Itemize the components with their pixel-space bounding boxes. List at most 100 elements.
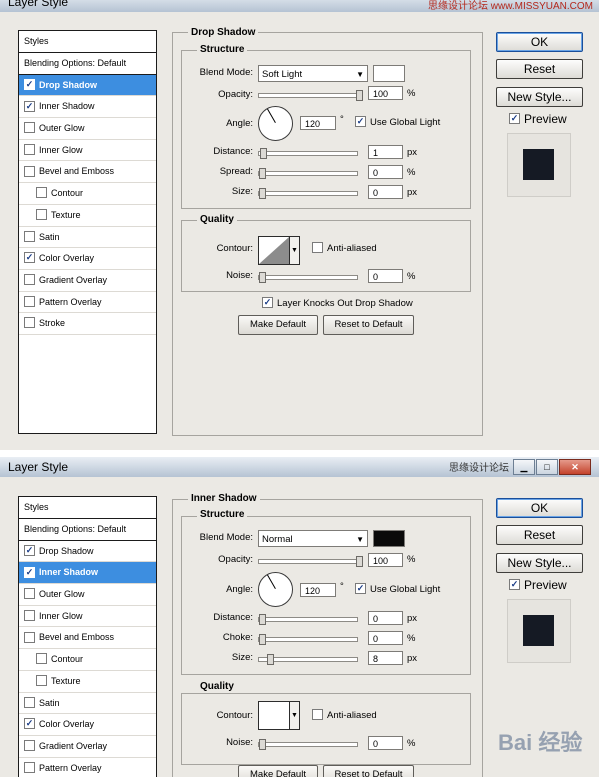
size-slider[interactable] [258, 654, 358, 665]
style-item-drop-shadow[interactable]: ✓ Drop Shadow [19, 74, 156, 97]
opacity-slider[interactable] [258, 90, 363, 101]
distance-field[interactable]: 1 [368, 145, 403, 159]
slider-thumb[interactable] [259, 739, 266, 750]
opacity-slider[interactable] [258, 556, 363, 567]
slider-thumb[interactable] [259, 614, 266, 625]
checkbox-checked-icon[interactable]: ✓ [24, 252, 35, 264]
blending-options-item[interactable]: Blending Options: Default [19, 53, 156, 75]
style-item-inner-shadow[interactable]: ✓ Inner Shadow [19, 96, 156, 119]
reset-button[interactable]: Reset [496, 59, 583, 79]
new-style-button[interactable]: New Style... [496, 553, 583, 573]
style-item-texture[interactable]: Texture [19, 205, 156, 227]
slider-thumb[interactable] [259, 272, 266, 283]
style-item-bevel-and-emboss[interactable]: Bevel and Emboss [19, 627, 156, 650]
style-item-color-overlay[interactable]: ✓ Color Overlay [19, 714, 156, 736]
checkbox-checked-icon[interactable]: ✓ [24, 718, 35, 730]
preview-checkbox[interactable]: ✓ Preview [509, 112, 567, 126]
style-item-inner-glow[interactable]: Inner Glow [19, 606, 156, 628]
style-item-drop-shadow[interactable]: ✓ Drop Shadow [19, 541, 156, 563]
style-item-satin[interactable]: Satin [19, 693, 156, 715]
spread-slider[interactable] [258, 168, 358, 179]
style-item-color-overlay[interactable]: ✓ Color Overlay [19, 248, 156, 270]
checkbox-checked-icon[interactable]: ✓ [24, 566, 35, 578]
checkbox-empty-icon[interactable] [24, 696, 35, 708]
preview-checkbox[interactable]: ✓ Preview [509, 578, 567, 592]
ok-button[interactable]: OK [496, 498, 583, 518]
opacity-field[interactable]: 100 [368, 86, 403, 100]
minimize-icon[interactable]: ▁ [513, 459, 535, 475]
slider-thumb[interactable] [259, 168, 266, 179]
reset-to-default-button[interactable]: Reset to Default [323, 765, 414, 777]
style-item-gradient-overlay[interactable]: Gradient Overlay [19, 270, 156, 292]
slider-thumb[interactable] [267, 654, 274, 665]
shadow-color-swatch[interactable] [373, 65, 405, 82]
noise-slider[interactable] [258, 739, 358, 750]
style-item-texture[interactable]: Texture [19, 671, 156, 693]
style-item-inner-glow[interactable]: Inner Glow [19, 140, 156, 162]
style-item-pattern-overlay[interactable]: Pattern Overlay [19, 292, 156, 314]
slider-thumb[interactable] [260, 148, 267, 159]
contour-picker[interactable]: ▼ [258, 236, 300, 265]
blend-mode-select[interactable]: Soft Light ▼ [258, 65, 368, 82]
checkbox-empty-icon[interactable] [24, 631, 35, 643]
style-item-pattern-overlay[interactable]: Pattern Overlay [19, 758, 156, 777]
checkbox-empty-icon[interactable] [36, 653, 47, 665]
styles-header[interactable]: Styles [19, 31, 156, 53]
ok-button[interactable]: OK [496, 32, 583, 52]
checkbox-empty-icon[interactable] [24, 295, 35, 307]
blend-mode-select[interactable]: Normal ▼ [258, 530, 368, 547]
checkbox-empty-icon[interactable] [24, 317, 35, 329]
size-slider[interactable] [258, 188, 358, 199]
style-item-inner-shadow[interactable]: ✓ Inner Shadow [19, 562, 156, 585]
style-item-bevel-and-emboss[interactable]: Bevel and Emboss [19, 161, 156, 184]
distance-slider[interactable] [258, 614, 358, 625]
angle-dial[interactable] [258, 106, 293, 141]
new-style-button[interactable]: New Style... [496, 87, 583, 107]
angle-dial[interactable] [258, 572, 293, 607]
size-field[interactable]: 8 [368, 651, 403, 665]
slider-thumb[interactable] [259, 634, 266, 645]
angle-field[interactable]: 120 [300, 116, 336, 130]
noise-field[interactable]: 0 [368, 736, 403, 750]
angle-field[interactable]: 120 [300, 583, 336, 597]
reset-button[interactable]: Reset [496, 525, 583, 545]
chevron-down-icon[interactable]: ▼ [289, 237, 299, 264]
checkbox-empty-icon[interactable] [24, 165, 35, 177]
slider-thumb[interactable] [259, 188, 266, 199]
choke-slider[interactable] [258, 634, 358, 645]
style-item-contour[interactable]: Contour [19, 649, 156, 671]
checkbox-empty-icon[interactable] [36, 187, 47, 199]
size-field[interactable]: 0 [368, 185, 403, 199]
use-global-light-checkbox[interactable]: ✓ Use Global Light [355, 115, 440, 128]
style-item-gradient-overlay[interactable]: Gradient Overlay [19, 736, 156, 758]
checkbox-checked-icon[interactable]: ✓ [24, 100, 35, 112]
checkbox-empty-icon[interactable] [24, 761, 35, 773]
make-default-button[interactable]: Make Default [238, 315, 318, 335]
chevron-down-icon[interactable]: ▼ [289, 702, 299, 729]
anti-aliased-checkbox[interactable]: Anti-aliased [312, 708, 377, 721]
noise-slider[interactable] [258, 272, 358, 283]
contour-picker[interactable]: ▼ [258, 701, 300, 730]
knocks-out-checkbox[interactable]: ✓ Layer Knocks Out Drop Shadow [262, 296, 413, 309]
noise-field[interactable]: 0 [368, 269, 403, 283]
spread-field[interactable]: 0 [368, 165, 403, 179]
checkbox-empty-icon[interactable] [24, 143, 35, 155]
style-item-stroke[interactable]: Stroke [19, 313, 156, 335]
slider-thumb[interactable] [356, 90, 363, 101]
checkbox-empty-icon[interactable] [24, 740, 35, 751]
checkbox-empty-icon[interactable] [36, 208, 47, 220]
shadow-color-swatch[interactable] [373, 530, 405, 547]
make-default-button[interactable]: Make Default [238, 765, 318, 777]
checkbox-empty-icon[interactable] [36, 674, 47, 686]
blending-options-item[interactable]: Blending Options: Default [19, 519, 156, 541]
distance-slider[interactable] [258, 148, 358, 159]
choke-field[interactable]: 0 [368, 631, 403, 645]
opacity-field[interactable]: 100 [368, 553, 403, 567]
distance-field[interactable]: 0 [368, 611, 403, 625]
reset-to-default-button[interactable]: Reset to Default [323, 315, 414, 335]
style-item-outer-glow[interactable]: Outer Glow [19, 118, 156, 140]
style-item-contour[interactable]: Contour [19, 183, 156, 205]
slider-thumb[interactable] [356, 556, 363, 567]
checkbox-empty-icon[interactable] [24, 588, 35, 600]
style-item-outer-glow[interactable]: Outer Glow [19, 584, 156, 606]
